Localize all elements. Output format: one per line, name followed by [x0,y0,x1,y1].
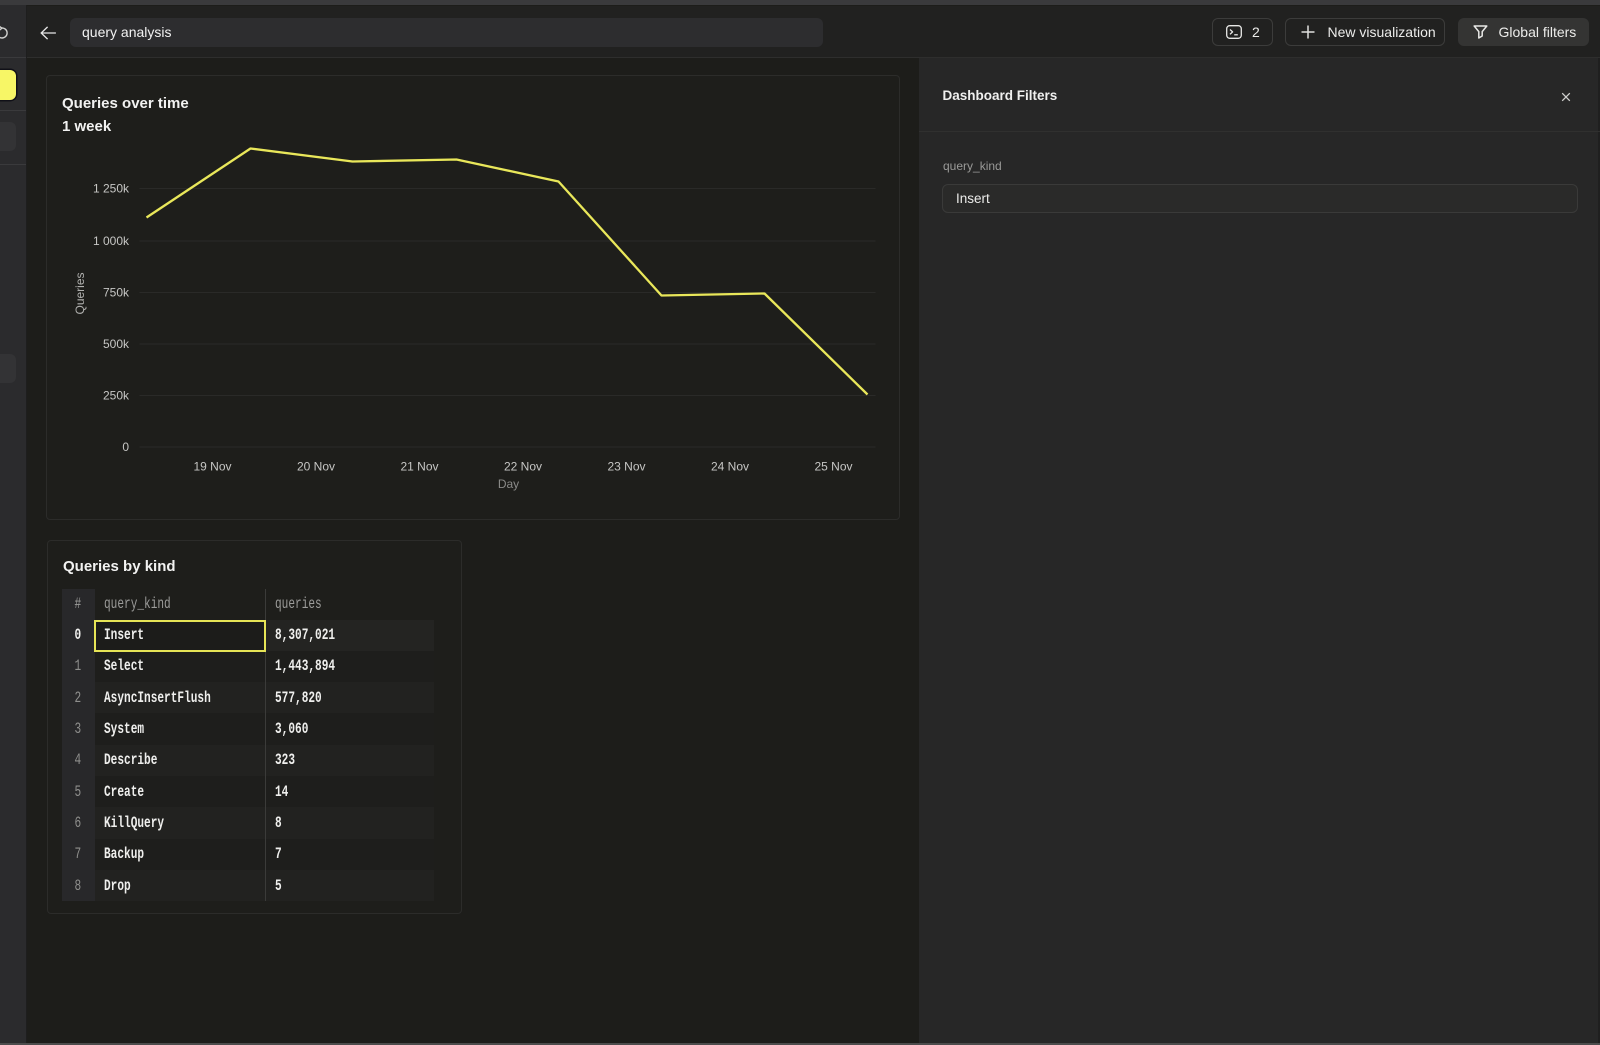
svg-text:Queries: Queries [73,272,87,314]
svg-text:22 Nov: 22 Nov [503,459,541,473]
svg-text:1 000k: 1 000k [92,234,129,248]
svg-text:0: 0 [122,440,129,454]
svg-text:21 Nov: 21 Nov [400,459,438,473]
svg-text:25 Nov: 25 Nov [814,459,852,473]
svg-text:24 Nov: 24 Nov [710,459,748,473]
svg-text:1 250k: 1 250k [92,181,129,195]
svg-text:500k: 500k [102,337,129,351]
svg-text:Day: Day [497,477,518,491]
svg-text:250k: 250k [102,388,129,402]
svg-text:20 Nov: 20 Nov [296,459,334,473]
svg-text:750k: 750k [102,285,129,299]
svg-text:23 Nov: 23 Nov [607,459,645,473]
svg-text:19 Nov: 19 Nov [193,459,231,473]
